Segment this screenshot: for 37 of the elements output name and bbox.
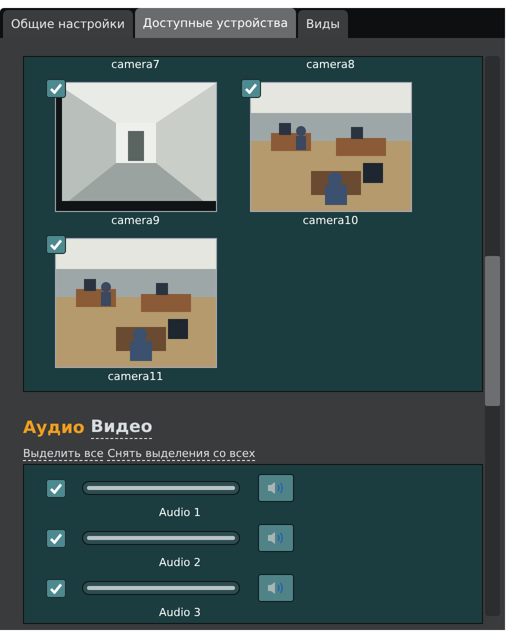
speaker-icon (266, 530, 286, 546)
link[interactable]: Выделить все (23, 447, 104, 461)
speaker-icon (266, 580, 286, 596)
audio-label: Audio 1 (159, 505, 201, 521)
checkbox[interactable] (46, 528, 66, 548)
checkbox[interactable] (46, 235, 66, 254)
tab[interactable]: Доступные устройства (134, 8, 296, 38)
speaker-button[interactable] (258, 574, 294, 602)
volume-slider[interactable] (82, 481, 240, 495)
camera-label: camera9 (111, 214, 160, 228)
checkbox[interactable] (46, 478, 66, 498)
camera-label: camera8 (305, 58, 356, 72)
speaker-icon (266, 480, 286, 496)
check-icon (50, 582, 62, 594)
check-icon (50, 532, 62, 544)
speaker-button[interactable] (258, 474, 294, 502)
volume-slider[interactable] (82, 581, 240, 595)
link[interactable]: Снять выделения со всех (107, 447, 256, 461)
check-icon (50, 239, 62, 250)
audio-label: Audio 2 (159, 555, 201, 571)
volume-slider[interactable] (82, 531, 240, 545)
checkbox[interactable] (240, 79, 260, 98)
media-tab[interactable]: Аудио (23, 417, 85, 439)
scrollbar[interactable] (485, 56, 500, 616)
check-icon (50, 482, 62, 494)
tab[interactable]: Виды (298, 10, 348, 38)
checkbox[interactable] (46, 79, 66, 98)
check-icon (244, 83, 256, 94)
camera-label: camera10 (302, 214, 358, 228)
media-tab[interactable]: Видео (90, 416, 152, 439)
audio-label: Audio 3 (159, 605, 201, 621)
speaker-button[interactable] (258, 524, 294, 552)
checkbox[interactable] (46, 578, 66, 598)
camera-label: camera11 (108, 370, 164, 384)
camera-label: camera7 (110, 58, 161, 72)
check-icon (50, 83, 62, 94)
tab[interactable]: Общие настройки (3, 10, 133, 38)
